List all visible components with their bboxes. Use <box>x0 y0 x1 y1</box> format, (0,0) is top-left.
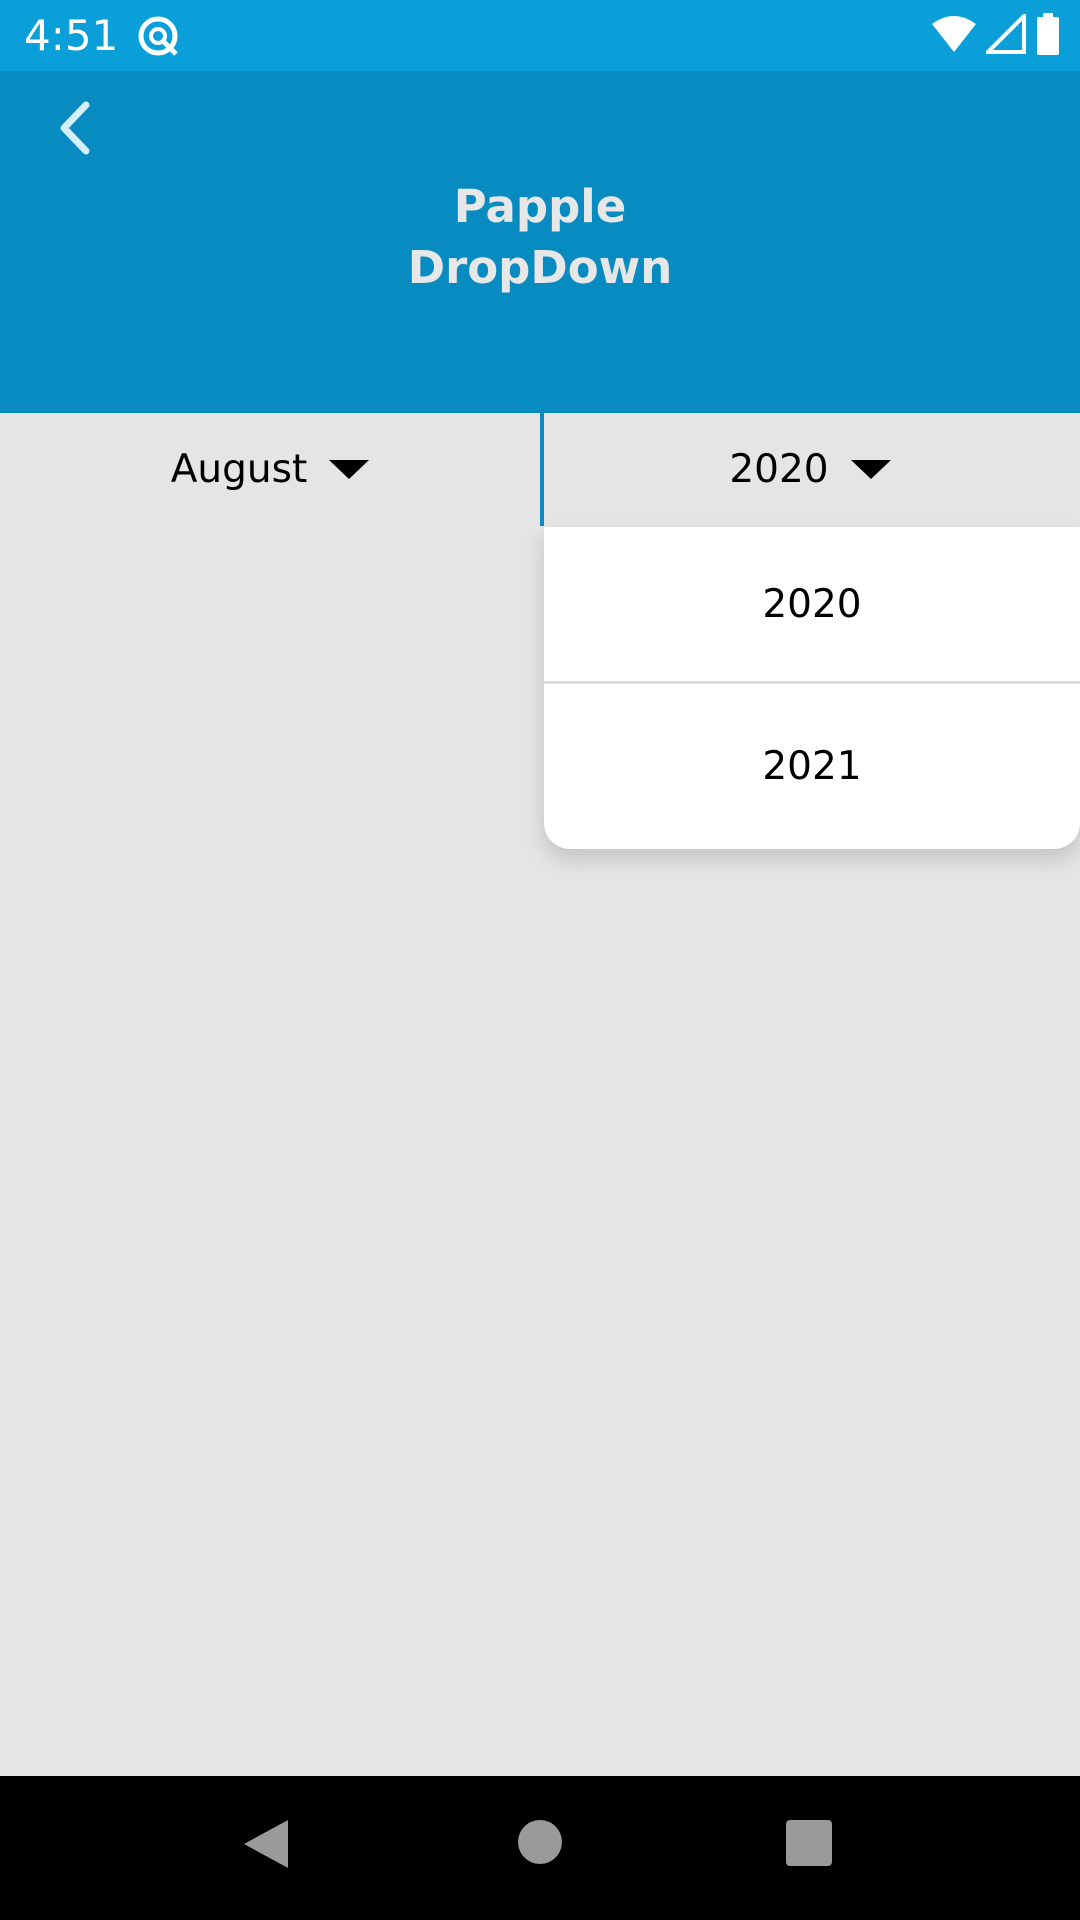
nav-home-icon[interactable] <box>518 1820 562 1864</box>
system-nav-bar <box>0 1776 1080 1920</box>
page-title: Papple DropDown <box>0 176 1080 298</box>
year-dropdown-value: 2020 <box>729 447 829 492</box>
month-dropdown-value: August <box>170 447 308 492</box>
status-bar: 4:51 <box>0 0 1080 71</box>
caret-down-icon <box>850 460 891 479</box>
nav-back-icon[interactable] <box>244 1820 290 1873</box>
year-dropdown[interactable]: 2020 <box>540 413 1080 526</box>
chevron-left-icon <box>60 101 90 155</box>
dropdown-row: August 2020 <box>0 413 1080 526</box>
signal-icon <box>983 10 1026 59</box>
menu-item-2021[interactable]: 2021 <box>544 681 1080 849</box>
nav-recents-icon[interactable] <box>786 1820 832 1866</box>
status-icons <box>932 10 1060 60</box>
month-dropdown[interactable]: August <box>0 413 540 526</box>
battery-icon <box>1036 12 1060 60</box>
app-header: Papple DropDown <box>0 71 1080 413</box>
wifi-icon <box>932 14 976 59</box>
back-button[interactable] <box>50 93 100 163</box>
status-time: 4:51 <box>24 11 119 60</box>
caret-down-icon <box>329 460 370 479</box>
page-title-line1: Papple <box>453 180 627 233</box>
menu-item-2020[interactable]: 2020 <box>544 527 1080 681</box>
page-title-line2: DropDown <box>407 241 673 294</box>
year-dropdown-menu: 2020 2021 <box>544 527 1080 849</box>
app-notification-icon <box>136 14 180 58</box>
